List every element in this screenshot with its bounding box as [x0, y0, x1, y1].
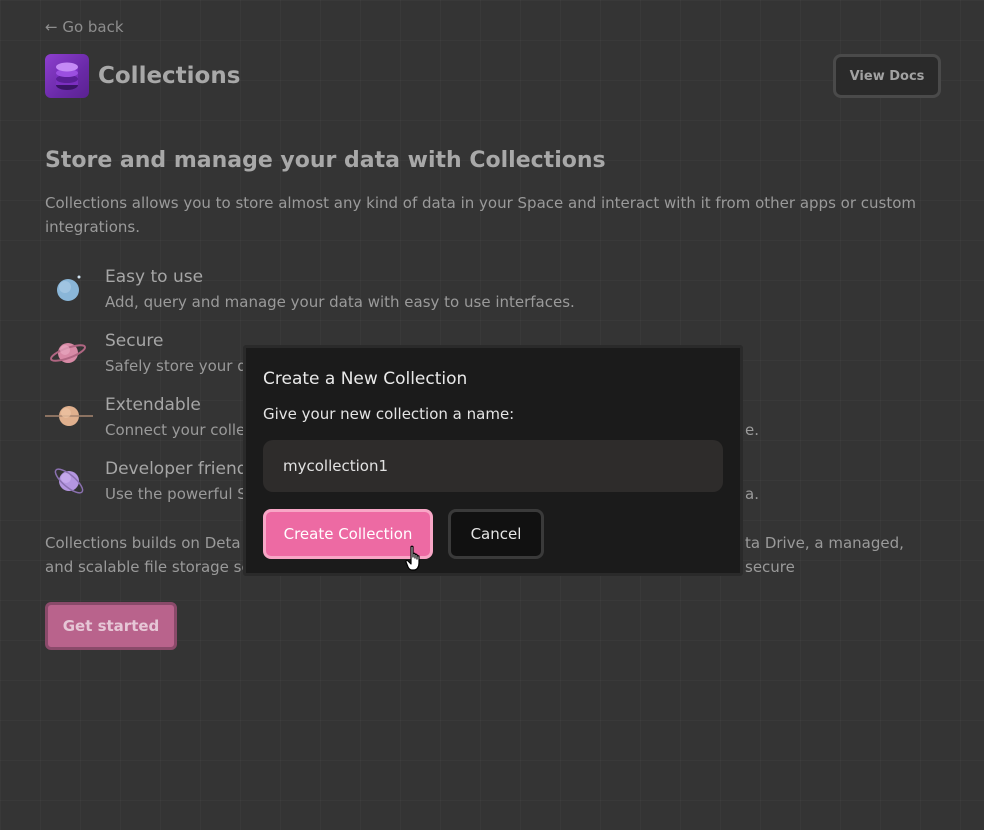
- feature-description: Use the powerful SD: [105, 485, 259, 503]
- feature-title: Extendable: [105, 395, 201, 415]
- cancel-button[interactable]: Cancel: [448, 509, 544, 559]
- feature-title: Easy to use: [105, 267, 204, 287]
- feature-title: Secure: [105, 331, 164, 351]
- modal-title: Create a New Collection: [263, 369, 468, 389]
- feature-description: Safely store your da: [105, 357, 256, 375]
- database-icon: [45, 54, 89, 98]
- feature-description-tail: a.: [745, 485, 759, 503]
- feature-easy-to-use: Easy to use Add, query and manage your d…: [45, 267, 945, 323]
- peach-ringed-planet-icon: [45, 395, 93, 441]
- page-header: Collections: [45, 54, 240, 98]
- pink-ringed-planet-icon: [45, 331, 91, 377]
- feature-description: Add, query and manage your data with eas…: [105, 293, 575, 311]
- feature-description-tail: e.: [745, 421, 759, 439]
- headline: Store and manage your data with Collecti…: [45, 148, 606, 173]
- modal-prompt: Give your new collection a name:: [263, 405, 515, 423]
- create-collection-modal: Create a New Collection Give your new co…: [243, 345, 743, 576]
- feature-description: Connect your collec: [105, 421, 254, 439]
- go-back-link[interactable]: ← Go back: [45, 18, 124, 36]
- get-started-button[interactable]: Get started: [45, 602, 177, 650]
- view-docs-button[interactable]: View Docs: [833, 54, 941, 98]
- hand-cursor-icon: [405, 545, 427, 573]
- purple-ringed-planet-icon: [45, 459, 91, 505]
- page-title: Collections: [98, 63, 241, 89]
- outro-start: Collections builds on Deta B: [45, 534, 256, 552]
- feature-title: Developer friendly: [105, 459, 263, 479]
- blue-planet-icon: [45, 267, 91, 313]
- outro-end: ta Drive, a managed, secure: [745, 534, 904, 576]
- intro-text: Collections allows you to store almost a…: [45, 194, 917, 236]
- collection-name-input[interactable]: [263, 440, 723, 492]
